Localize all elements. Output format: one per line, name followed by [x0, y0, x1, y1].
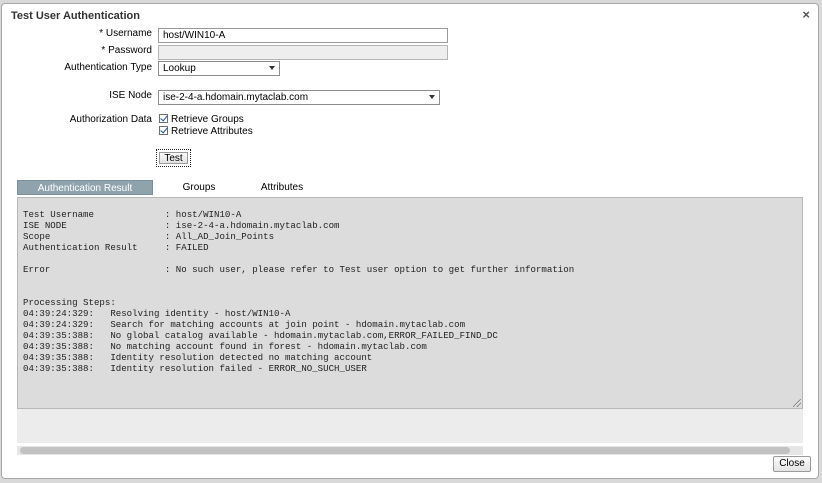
ise-node-value: ise-2-4-a.hdomain.mytaclab.com: [163, 92, 309, 103]
test-button-focus-ring: Test: [156, 149, 191, 167]
auth-type-select[interactable]: Lookup: [158, 61, 280, 76]
test-user-auth-dialog: Test User Authentication × * Username ho…: [1, 3, 819, 479]
username-input[interactable]: host/WIN10-A: [158, 28, 448, 43]
ise-node-select[interactable]: ise-2-4-a.hdomain.mytaclab.com: [158, 90, 440, 105]
password-input[interactable]: [158, 45, 448, 60]
retrieve-groups-label: Retrieve Groups: [171, 114, 244, 125]
horizontal-scrollbar[interactable]: [17, 446, 803, 455]
tab-groups[interactable]: Groups: [169, 180, 229, 195]
result-text: Test Username : host/WIN10-A ISE NODE : …: [23, 209, 575, 374]
tab-authentication-result[interactable]: Authentication Result: [17, 180, 153, 195]
result-footer-area: [17, 409, 803, 443]
tab-attributes[interactable]: Attributes: [251, 180, 313, 195]
result-textarea[interactable]: Test Username : host/WIN10-A ISE NODE : …: [17, 197, 803, 409]
chevron-down-icon: [269, 66, 275, 70]
resize-handle-icon[interactable]: [793, 399, 801, 407]
scrollbar-thumb[interactable]: [20, 447, 790, 454]
dialog-title: Test User Authentication: [11, 10, 140, 22]
retrieve-attributes-label: Retrieve Attributes: [171, 126, 253, 137]
close-icon[interactable]: ×: [802, 8, 810, 22]
chevron-down-icon: [429, 95, 435, 99]
test-button[interactable]: Test: [159, 152, 188, 164]
retrieve-groups-checkbox[interactable]: [159, 114, 168, 123]
username-label: * Username: [99, 28, 152, 39]
password-label: * Password: [101, 45, 152, 56]
auth-type-value: Lookup: [163, 63, 196, 74]
close-button[interactable]: Close: [773, 456, 811, 472]
authz-data-label: Authorization Data: [69, 114, 152, 125]
retrieve-attributes-option[interactable]: Retrieve Attributes: [159, 126, 253, 138]
auth-type-label: Authentication Type: [64, 62, 152, 73]
retrieve-attributes-checkbox[interactable]: [159, 126, 168, 135]
retrieve-groups-option[interactable]: Retrieve Groups: [159, 114, 244, 126]
ise-node-label: ISE Node: [109, 90, 152, 101]
